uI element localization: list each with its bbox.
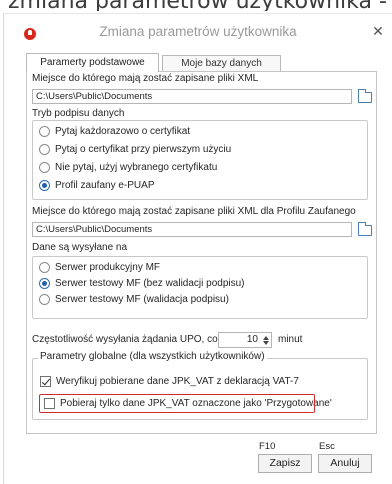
trusted-xml-path-label: Miejsce do którego mają zostać zapisane … — [32, 206, 356, 217]
spin-down-icon[interactable] — [263, 341, 269, 345]
send-target-label: Dane są wysyłane na — [32, 242, 128, 253]
save-shortcut: F10 — [259, 441, 276, 452]
radio-button[interactable] — [39, 126, 50, 137]
radio-button-selected[interactable] — [39, 278, 50, 289]
radio-label: Pytaj każdorazowo o certyfikat — [55, 126, 191, 137]
dialog-window: Zmiana parametrów użytkownika ✕ Paramert… — [3, 13, 392, 484]
cancel-shortcut: Esc — [319, 441, 335, 452]
checkbox-checked[interactable] — [40, 376, 51, 387]
close-icon[interactable]: ✕ — [370, 22, 386, 40]
cancel-button[interactable]: Anuluj — [318, 454, 372, 473]
xml-path-label: Miejsce do którego mają zostać zapisane … — [32, 73, 259, 84]
window-title: Zmiana parametrów użytkownika — [99, 24, 297, 39]
radio-label: Serwer testowy MF (bez walidacji podpisu… — [55, 278, 245, 289]
radio-button[interactable] — [39, 262, 50, 273]
upo-frequency-label: Częstotliwość wysyłania żądania UPO, co: — [32, 334, 221, 345]
signature-mode-label: Tryb podpisu danych — [32, 108, 125, 119]
save-button[interactable]: Zapisz — [258, 454, 312, 473]
xml-path-input[interactable]: C:\Users\Public\Documents — [32, 89, 352, 104]
trusted-xml-path-input[interactable]: C:\Users\Public\Documents — [32, 222, 352, 237]
tab-my-databases[interactable]: Moje bazy danych — [162, 55, 281, 72]
global-parameters-legend: Parametry globalne (dla wszystkich użytk… — [38, 351, 267, 362]
radio-label: Serwer produkcyjny MF — [55, 262, 161, 273]
radio-button[interactable] — [39, 294, 50, 305]
upo-unit-label: minut — [278, 334, 303, 345]
folder-icon[interactable] — [357, 222, 372, 236]
spin-up-icon[interactable] — [263, 336, 269, 340]
tab-basic-parameters[interactable]: Paramerty podstawowe — [26, 53, 159, 72]
folder-icon[interactable] — [357, 89, 372, 103]
radio-label: Serwer testowy MF (walidacja podpisu) — [55, 294, 229, 305]
highlight-box — [39, 394, 315, 413]
radio-button[interactable] — [39, 144, 50, 155]
checkbox-label: Weryfikuj pobierane dane JPK_VAT z dekla… — [56, 376, 299, 387]
upo-frequency-value: 10 — [246, 334, 258, 345]
background-window-title: zmiana parametrów użytkownika - Parametr — [0, 0, 392, 11]
radio-button[interactable] — [39, 162, 50, 173]
radio-label: Nie pytaj, użyj wybranego certyfikatu — [55, 162, 218, 173]
radio-label: Pytaj o certyfikat przy pierwszym użyciu — [55, 144, 232, 155]
radio-button-selected[interactable] — [39, 180, 50, 191]
upo-frequency-stepper[interactable]: 10 — [218, 332, 272, 348]
radio-label: Profil zaufany e-PUAP — [55, 180, 155, 191]
title-bar: Zmiana parametrów użytkownika ✕ — [4, 14, 392, 52]
